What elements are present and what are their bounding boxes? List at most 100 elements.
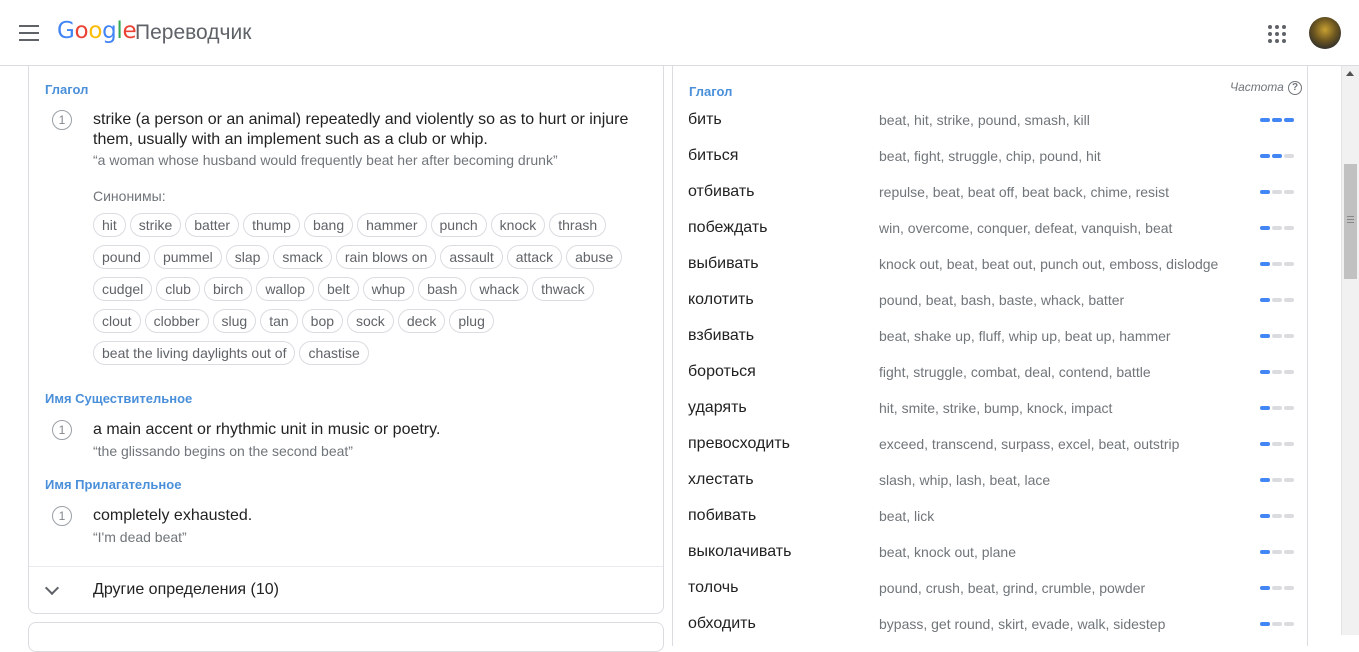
back-translations: knock out, beat, beat out, punch out, em… [879,256,1219,272]
definition-example: “the glissando begins on the second beat… [93,443,353,459]
translation-row[interactable]: выбивать knock out, beat, beat out, punch… [673,246,1309,282]
synonym-chip[interactable]: thrash [549,213,607,237]
synonym-chip[interactable]: punch [430,213,487,237]
frequency-segment [1260,190,1270,194]
translation-row[interactable]: выколачивать beat, knock out, plane [673,534,1309,570]
synonym-chip[interactable]: plug [449,309,494,333]
synonym-chip[interactable]: bash [418,277,467,301]
synonym-chip[interactable]: tan [260,309,298,333]
logo-letter: G [57,18,75,44]
synonym-chip[interactable]: slap [225,245,270,269]
synonym-chip[interactable]: smack [273,245,332,269]
synonym-chip[interactable]: wallop [256,277,315,301]
synonym-chip[interactable]: abuse [566,245,623,269]
synonym-chip[interactable]: club [156,277,200,301]
translation-word[interactable]: отбивать [688,183,755,201]
synonym-chip[interactable]: rain blows on [335,245,437,269]
synonym-chip[interactable]: deck [397,309,446,333]
synonym-chip[interactable]: strike [129,213,182,237]
frequency-bar [1260,478,1294,482]
frequency-segment [1284,442,1294,446]
frequency-segment [1284,406,1294,410]
synonym-chip[interactable]: belt [318,277,359,301]
synonym-chip[interactable]: slug [212,309,257,333]
translation-word[interactable]: выколачивать [688,543,791,561]
synonym-chip[interactable]: cudgel [93,277,153,301]
translation-row[interactable]: превосходить exceed, transcend, surpass, … [673,426,1309,462]
user-avatar[interactable] [1309,17,1341,49]
hamburger-menu-icon[interactable] [19,25,39,41]
apps-grid-icon[interactable] [1268,25,1286,43]
translation-word[interactable]: ударять [688,399,747,417]
translation-word[interactable]: бороться [688,363,756,381]
translation-row[interactable]: хлестать slash, whip, lash, beat, lace [673,462,1309,498]
synonym-row: clout clobber slug tan bop sock deck plug [93,309,653,333]
synonym-chip[interactable]: beat the living daylights out of [93,341,296,365]
frequency-segment [1272,154,1282,158]
frequency-bar [1260,118,1294,122]
scrollbar[interactable] [1341,66,1359,635]
frequency-segment [1284,550,1294,554]
translation-word[interactable]: выбивать [688,255,759,273]
translation-word[interactable]: взбивать [688,327,754,345]
synonym-chip[interactable]: hit [93,213,126,237]
translation-word[interactable]: бить [688,111,722,129]
synonym-chip[interactable]: clout [93,309,141,333]
synonym-chip[interactable]: chastise [299,341,369,365]
synonym-chip[interactable]: birch [203,277,253,301]
frequency-segment [1272,370,1282,374]
synonym-chip[interactable]: batter [185,213,240,237]
frequency-segment [1272,622,1282,626]
frequency-segment [1284,262,1294,266]
synonym-chip[interactable]: assault [440,245,503,269]
translation-word[interactable]: превосходить [688,435,790,453]
logo-letter: o [88,18,103,44]
help-icon[interactable]: ? [1288,81,1302,95]
product-name[interactable]: Переводчик [135,21,251,45]
frequency-segment [1260,478,1270,482]
translation-row[interactable]: колотить pound, beat, bash, baste, whack,… [673,282,1309,318]
synonym-chip[interactable]: whack [470,277,529,301]
translation-row[interactable]: отбивать repulse, beat, beat off, beat ba… [673,174,1309,210]
translation-row[interactable]: толочь pound, crush, beat, grind, crumble… [673,570,1309,606]
synonym-chip[interactable]: whup [362,277,415,301]
synonym-chip[interactable]: thwack [532,277,594,301]
translation-row[interactable]: взбивать beat, shake up, fluff, whip up, … [673,318,1309,354]
translation-row[interactable]: обходить bypass, get round, skirt, evade,… [673,606,1309,642]
definition-text: completely exhausted. [93,507,253,524]
google-logo[interactable]: Google [57,18,137,44]
translation-word[interactable]: хлестать [688,471,754,489]
translation-row[interactable]: побивать beat, lick [673,498,1309,534]
synonym-chip[interactable]: attack [506,245,563,269]
translation-row[interactable]: побеждать win, overcome, conquer, defeat,… [673,210,1309,246]
synonym-chip[interactable]: sock [347,309,394,333]
synonym-chip[interactable]: knock [490,213,546,237]
back-translations: bypass, get round, skirt, evade, walk, s… [879,616,1166,632]
synonym-chip[interactable]: bop [301,309,344,333]
translation-word[interactable]: обходить [688,615,756,633]
translation-row[interactable]: бить beat, hit, strike, pound, smash, kil… [673,102,1309,138]
translation-row[interactable]: ударять hit, smite, strike, bump, knock, … [673,390,1309,426]
more-definitions-button[interactable]: Другие определения (10) [29,566,663,613]
frequency-segment [1260,118,1270,122]
translation-word[interactable]: колотить [688,291,754,309]
synonym-chip[interactable]: pummel [153,245,222,269]
synonym-chip[interactable]: thump [243,213,300,237]
frequency-segment [1272,478,1282,482]
frequency-segment [1272,406,1282,410]
frequency-segment [1284,478,1294,482]
pos-label-adjective: Имя Прилагательное [45,477,182,492]
scrollbar-thumb[interactable] [1344,164,1357,279]
synonym-chip[interactable]: clobber [144,309,209,333]
frequency-segment [1260,622,1270,626]
synonym-chip[interactable]: pound [93,245,150,269]
synonym-chip[interactable]: hammer [357,213,427,237]
translation-word[interactable]: биться [688,147,738,165]
translation-row[interactable]: бороться fight, struggle, combat, deal, c… [673,354,1309,390]
synonym-chip[interactable]: bang [303,213,354,237]
translation-word[interactable]: побивать [688,507,756,525]
translation-word[interactable]: толочь [688,579,738,597]
scroll-up-arrow-icon[interactable] [1346,71,1354,76]
translation-word[interactable]: побеждать [688,219,768,237]
translation-row[interactable]: биться beat, fight, struggle, chip, pound… [673,138,1309,174]
